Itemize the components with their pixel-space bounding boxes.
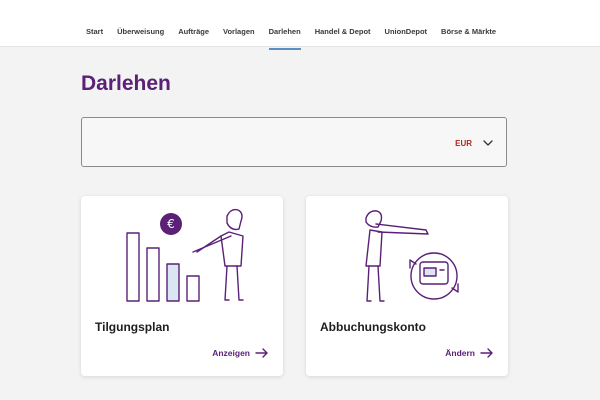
anzeigen-link[interactable]: Anzeigen — [212, 348, 269, 358]
card-title-abbuchungskonto: Abbuchungskonto — [320, 320, 426, 334]
account-select[interactable]: EUR — [81, 117, 507, 167]
arrow-right-icon — [480, 348, 493, 358]
page-title: Darlehen — [81, 72, 171, 95]
aendern-label: Ändern — [445, 348, 475, 358]
card-title-tilgungsplan: Tilgungsplan — [95, 320, 170, 334]
chevron-down-icon[interactable] — [482, 137, 494, 149]
top-navigation: Start Überweisung Aufträge Vorlagen Darl… — [0, 0, 600, 50]
nav-item-ueberweisung[interactable]: Überweisung — [117, 27, 164, 36]
nav-item-uniondepot[interactable]: UnionDepot — [385, 27, 428, 36]
arrow-right-icon — [255, 348, 268, 358]
account-change-illustration — [365, 210, 459, 302]
nav-list: Start Überweisung Aufträge Vorlagen Darl… — [86, 27, 510, 50]
card-abbuchungskonto[interactable]: Abbuchungskonto Ändern — [306, 196, 508, 376]
nav-item-vorlagen[interactable]: Vorlagen — [223, 27, 255, 36]
nav-item-darlehen[interactable]: Darlehen — [268, 27, 301, 50]
currency-label: EUR — [455, 139, 472, 148]
nav-item-start[interactable]: Start — [86, 27, 103, 36]
repayment-chart-illustration: € — [126, 208, 244, 302]
svg-text:€: € — [167, 217, 175, 231]
nav-item-handel-depot[interactable]: Handel & Depot — [315, 27, 371, 36]
card-tilgungsplan[interactable]: € Tilgungsplan Anzeigen — [81, 196, 283, 376]
nav-item-boerse-maerkte[interactable]: Börse & Märkte — [441, 27, 496, 36]
nav-item-auftraege[interactable]: Aufträge — [178, 27, 209, 36]
anzeigen-label: Anzeigen — [212, 348, 250, 358]
aendern-link[interactable]: Ändern — [445, 348, 494, 358]
